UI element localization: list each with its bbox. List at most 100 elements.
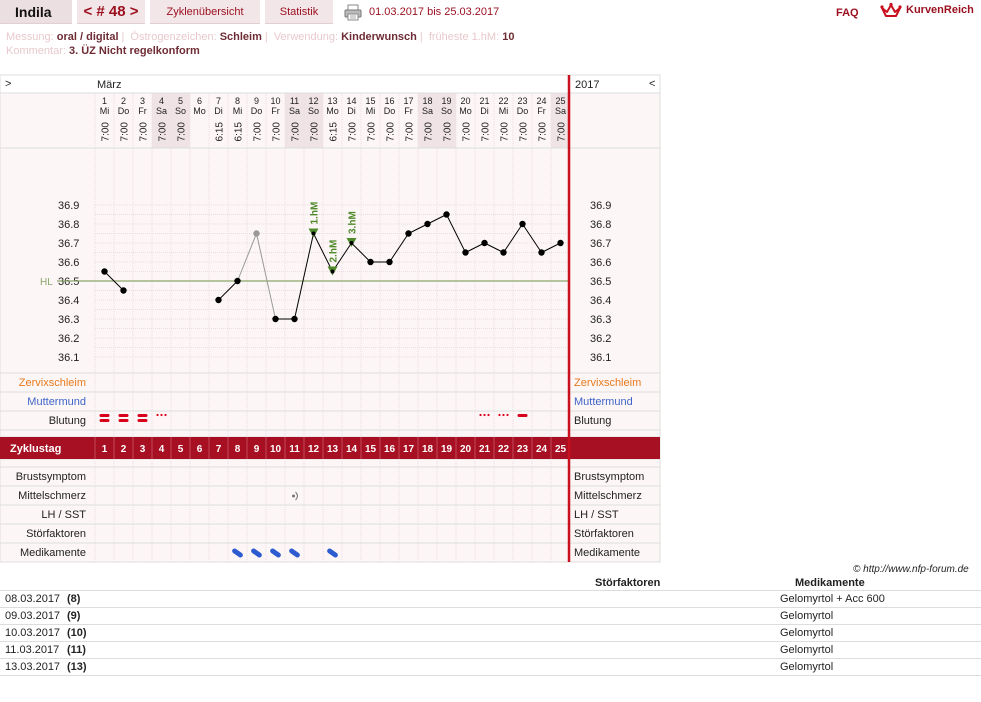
higher-measurement-label: 3.hM — [348, 211, 359, 234]
temperature-point — [424, 220, 431, 228]
day-number: 24 — [536, 96, 546, 106]
y-tick-right: 36.8 — [590, 219, 611, 231]
day-number: 20 — [460, 96, 470, 106]
temperature-point — [519, 220, 526, 228]
weekday: Mi — [366, 106, 376, 116]
nav-next-button: < — [649, 78, 655, 90]
measurement-time: 7:00 — [405, 122, 416, 142]
y-tick-left: 36.5 — [58, 276, 79, 288]
disturbances-row-label: Störfaktoren — [26, 528, 86, 540]
bleeding-strong-mark — [118, 419, 129, 422]
cycle-day-number: 2 — [121, 444, 127, 455]
bleeding-spotting-mark — [502, 413, 505, 417]
bleeding-strong-mark — [99, 419, 110, 422]
temperature-point — [386, 258, 393, 266]
cycle-day-number: 17 — [403, 444, 415, 455]
copyright: © http://www.nfp-forum.de — [853, 564, 969, 575]
temperature-point — [215, 296, 222, 304]
y-tick-right: 36.9 — [590, 200, 611, 212]
cycle-day-number: 18 — [422, 444, 434, 455]
note-cycle-day: (8) — [67, 593, 81, 605]
measurement-time: 7:00 — [253, 122, 264, 142]
day-number: 19 — [441, 96, 451, 106]
bleeding-row-label: Blutung — [49, 415, 86, 427]
disturbances-row-label-right: Störfaktoren — [574, 528, 634, 540]
note-date: 08.03.2017 — [5, 593, 61, 605]
breast-row-label-right: Brustsymptom — [574, 471, 644, 483]
note-date: 11.03.2017 — [5, 644, 60, 656]
temperature-point — [253, 230, 260, 237]
mittelschmerz-row-label-right: Mittelschmerz — [574, 490, 642, 502]
temperature-point — [234, 277, 241, 285]
temperature-point — [405, 230, 412, 237]
medication-row-label: Medikamente — [20, 547, 86, 559]
cervix-row-label: Zervixschleim — [19, 377, 86, 389]
bleeding-spotting-mark — [160, 413, 163, 417]
cycle-day-number: 7 — [216, 444, 222, 455]
weekday: So — [175, 106, 186, 116]
weekday: Mi — [499, 106, 509, 116]
y-tick-right: 36.4 — [590, 295, 611, 307]
note-medication: Gelomyrtol — [780, 610, 834, 622]
note-cycle-day: (10) — [67, 627, 87, 639]
measurement-time: 7:00 — [367, 122, 378, 142]
y-tick-right: 36.5 — [590, 276, 611, 288]
day-number: 10 — [270, 96, 280, 106]
bleeding-spotting-mark — [164, 413, 167, 417]
cervix-row-label-right: Zervixschleim — [574, 377, 641, 389]
temperature-point — [330, 269, 335, 274]
notes-col-disturbances: Störfaktoren — [595, 577, 661, 589]
bleeding-spotting-mark — [498, 413, 501, 417]
day-number: 22 — [498, 96, 508, 106]
cervix-position-row-label-right: Muttermund — [574, 396, 633, 408]
measurement-time: 7:00 — [272, 122, 283, 142]
year-label: 2017 — [575, 79, 599, 91]
temperature-point — [291, 315, 298, 323]
measurement-time: 7:00 — [158, 122, 169, 142]
y-tick-left: 36.8 — [58, 219, 79, 231]
weekday: Di — [347, 106, 356, 116]
note-cycle-day: (9) — [67, 610, 81, 622]
cycle-day-row-label: Zyklustag — [10, 443, 61, 455]
note-date: 10.03.2017 — [5, 627, 61, 639]
weekday: Mi — [233, 106, 243, 116]
bleeding-spotting-mark — [483, 413, 486, 417]
day-number: 21 — [479, 96, 489, 106]
y-tick-right: 36.3 — [590, 314, 611, 326]
measurement-time: 7:00 — [291, 122, 302, 142]
day-number: 3 — [140, 96, 145, 106]
cycle-chart: 36.1 36.1 36.2 36.2 36.3 36.3 36.4 36.4 36.5 36.5… — [0, 74, 661, 563]
temperature-point — [500, 249, 507, 256]
temperature-point — [120, 287, 127, 294]
measurement-time: 7:00 — [481, 122, 492, 142]
cycle-day-number: 5 — [178, 444, 184, 455]
notes-row: 08.03.2017 (8) Gelomyrtol + Acc 600 — [0, 591, 981, 608]
measurement-time: 7:00 — [177, 122, 188, 142]
cycle-day-number: 8 — [235, 444, 241, 455]
breast-row-label: Brustsymptom — [16, 471, 86, 483]
weekday: Fr — [404, 106, 413, 116]
measurement-time: 7:00 — [462, 122, 473, 142]
measurement-time: 7:00 — [310, 122, 321, 142]
measurement-time: 6:15 — [329, 122, 340, 142]
weekday: So — [441, 106, 452, 116]
notes-row: 13.03.2017 (13) Gelomyrtol — [0, 659, 981, 676]
notes-header: Störfaktoren Medikamente — [0, 577, 981, 591]
lh-row-label-right: LH / SST — [574, 509, 619, 521]
temperature-point — [462, 249, 469, 256]
day-number: 23 — [517, 96, 527, 106]
cycle-day-number: 13 — [327, 444, 339, 455]
note-date: 09.03.2017 — [5, 610, 61, 622]
mittelschmerz-row-label: Mittelschmerz — [18, 490, 86, 502]
cycle-day-number: 19 — [441, 444, 453, 455]
temperature-point — [311, 231, 316, 236]
measurement-time: 7:00 — [101, 122, 112, 142]
higher-measurement-label: 1.hM — [310, 202, 321, 225]
day-number: 7 — [216, 96, 221, 106]
weekday: Do — [251, 106, 263, 116]
day-number: 4 — [159, 96, 164, 106]
measurement-time: 7:00 — [443, 122, 454, 142]
measurement-time: 7:00 — [500, 122, 511, 142]
measurement-time: 6:15 — [215, 122, 226, 142]
temperature-point — [272, 315, 279, 323]
